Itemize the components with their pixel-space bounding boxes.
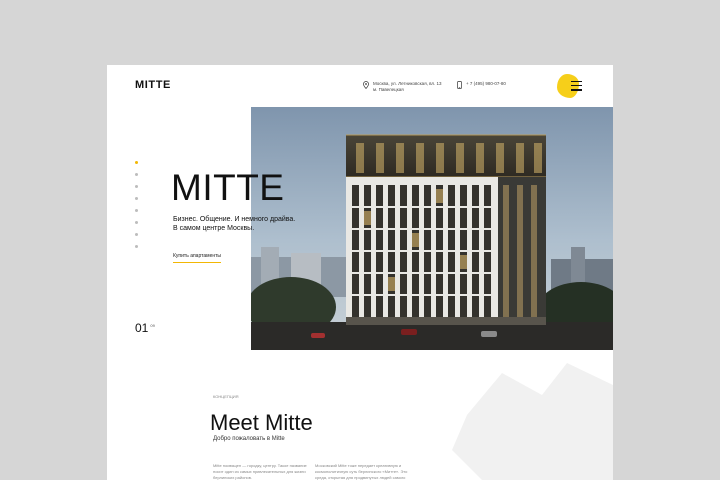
concept-text-col-2: Московский Mitte тоже передает креативну… [315, 463, 408, 480]
site-logo[interactable]: MITTE [135, 79, 171, 91]
pager-dot[interactable] [135, 221, 138, 224]
slide-pager [135, 161, 138, 257]
pager-dot[interactable] [135, 161, 138, 164]
header-address[interactable]: Москва, ул. Летниковская, вл. 13 м. Паве… [363, 81, 455, 93]
landing-page: MITTE Москва, ул. Летниковская, вл. 13 м… [107, 65, 613, 480]
header-phone[interactable]: + 7 (495) 980-07-80 [457, 81, 506, 89]
phone-number: + 7 (495) 980-07-80 [466, 81, 506, 86]
concept-title: Meet Mitte [210, 410, 313, 435]
location-pin-icon [363, 81, 369, 89]
pager-dot[interactable] [135, 233, 138, 236]
pager-dot[interactable] [135, 173, 138, 176]
phone-icon [457, 81, 462, 89]
concept-subtitle: Добро пожаловать в Mitte [213, 436, 285, 442]
concept-label: КОНЦЕПЦИЯ [213, 394, 239, 399]
pager-dot[interactable] [135, 209, 138, 212]
canvas: MITTE Москва, ул. Летниковская, вл. 13 м… [0, 0, 720, 480]
decorative-background-shape [452, 363, 613, 480]
buy-apartments-link[interactable]: Купить апартаменты [173, 253, 222, 263]
slide-counter-current: 01 [135, 321, 149, 335]
pager-dot[interactable] [135, 185, 138, 188]
site-header: MITTE Москва, ул. Летниковская, вл. 13 м… [107, 65, 613, 107]
hero-title: MITTE [171, 167, 285, 208]
address-line-2: м. Павелецкая [373, 87, 404, 92]
hero-subtitle-line-1: Бизнес. Общение. И немного драйва. [173, 216, 296, 223]
concept-text-col-1: Mitte посвящен — городку, центру. Такое … [213, 463, 307, 480]
menu-icon [571, 81, 582, 94]
hero-subtitle-line-2: В самом центре Москвы. [173, 225, 255, 232]
slide-counter-total: 09 [150, 323, 155, 328]
menu-button[interactable] [557, 74, 591, 100]
pager-dot[interactable] [135, 197, 138, 200]
slide-counter: 01 09 [135, 321, 155, 335]
pager-dot[interactable] [135, 245, 138, 248]
hero-subtitle: Бизнес. Общение. И немного драйва. В сам… [173, 215, 323, 233]
